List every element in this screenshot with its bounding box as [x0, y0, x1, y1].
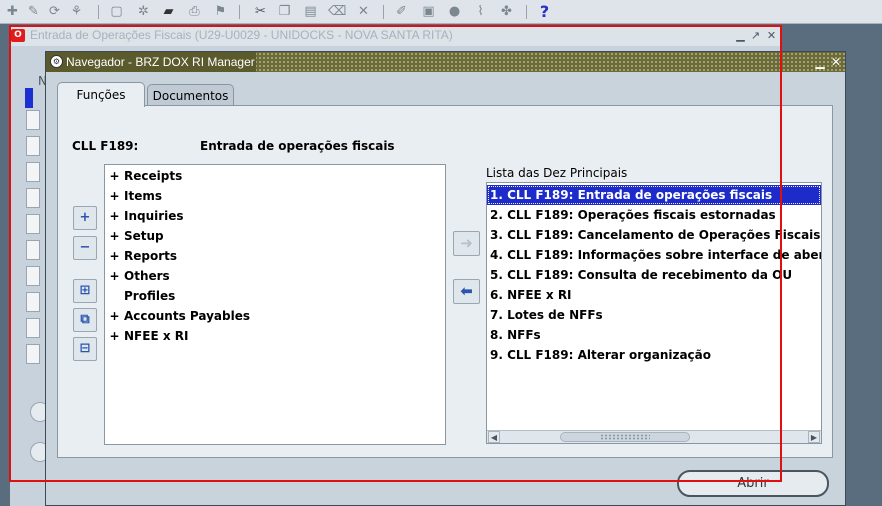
folder-icon[interactable]: ▣	[420, 3, 437, 20]
responsibility-label: CLL F189:	[72, 139, 139, 153]
attach-icon[interactable]: ⚘	[68, 3, 85, 20]
scrollbar-grip	[600, 434, 650, 440]
minimize-icon[interactable]: ▁	[734, 29, 747, 42]
expand-icon[interactable]: +	[105, 266, 124, 286]
expand-icon[interactable]: +	[105, 166, 124, 186]
expand-button[interactable]: +	[73, 206, 97, 230]
background-record-indicators	[20, 46, 50, 422]
collapse-all-icon: ⊟	[79, 341, 91, 356]
tree-item[interactable]: + Accounts Payables	[105, 306, 250, 326]
expand-icon[interactable]: +	[105, 186, 124, 206]
help-icon[interactable]: ?	[536, 3, 553, 20]
top-ten-item[interactable]: 9. CLL F189: Alterar organização	[487, 345, 821, 365]
top-ten-item[interactable]: 7. Lotes de NFFs	[487, 305, 821, 325]
top-ten-item[interactable]: 6. NFEE x RI	[487, 285, 821, 305]
close-icon[interactable]: ✕	[765, 29, 778, 42]
expand-icon[interactable]: +	[105, 246, 124, 266]
function-tree[interactable]: + Receipts + Items + Inquiries + Setup + Repo…	[104, 164, 446, 445]
collapse-button[interactable]: −	[73, 236, 97, 260]
top-ten-item[interactable]: 8. NFFs	[487, 325, 821, 345]
expand-branch-button[interactable]: ⊞	[73, 279, 97, 303]
expand-all-icon: ⧉	[80, 312, 90, 327]
print-icon[interactable]: ⎙	[186, 3, 203, 20]
cut-icon[interactable]: ✂	[252, 3, 269, 20]
navigator-icon[interactable]: ✲	[135, 3, 152, 20]
expand-icon[interactable]: +	[105, 206, 124, 226]
scroll-left-icon[interactable]: ◀	[488, 431, 500, 443]
toolbar-separator	[383, 5, 384, 19]
maximize-icon[interactable]: ↗	[749, 29, 762, 42]
record-indicator[interactable]	[26, 162, 40, 182]
record-indicator[interactable]	[26, 214, 40, 234]
expand-icon[interactable]: +	[105, 306, 124, 326]
record-indicator[interactable]	[26, 318, 40, 338]
close-icon[interactable]: ✕	[829, 55, 843, 69]
paste-icon[interactable]: ▤	[302, 3, 319, 20]
tree-item[interactable]: + Others	[105, 266, 169, 286]
record-indicator[interactable]	[26, 292, 40, 312]
find-icon[interactable]: ▢	[108, 3, 125, 20]
oracle-logo-icon: O	[11, 29, 25, 42]
record-indicator[interactable]	[26, 110, 40, 130]
tree-item[interactable]: + Inquiries	[105, 206, 183, 226]
top-ten-item[interactable]: 4. CLL F189: Informações sobre interface…	[487, 245, 821, 265]
add-to-top-ten-button[interactable]: ➜	[453, 231, 480, 256]
tree-item[interactable]: + NFEE x RI	[105, 326, 188, 346]
top-ten-label: Lista das Dez Principais	[486, 166, 628, 180]
expand-branch-icon: ⊞	[79, 283, 91, 298]
background-window-title: Entrada de Operações Fiscais (U29-U0029 …	[30, 28, 453, 42]
tree-item[interactable]: + Reports	[105, 246, 177, 266]
top-ten-list[interactable]: 1. CLL F189: Entrada de operações fiscai…	[486, 182, 822, 444]
save-icon[interactable]: ▰	[160, 3, 177, 20]
tab-documentos[interactable]: Documentos	[147, 84, 234, 106]
toolbar-separator	[526, 5, 527, 19]
top-ten-item[interactable]: 1. CLL F189: Entrada de operações fiscai…	[487, 185, 821, 205]
edit-field-icon[interactable]: ✐	[393, 3, 410, 20]
refresh-icon[interactable]: ⟳	[46, 3, 63, 20]
attachments-icon[interactable]: ⌇	[472, 3, 489, 20]
arrow-right-icon: ➜	[460, 234, 473, 252]
main-toolbar: ✚ ✎ ⟳ ⚘ ▢ ✲ ▰ ⎙ ⚑ ✂ ❐ ▤ ⌫ ✕ ✐ ▣ ● ⌇ ✤ ?	[0, 0, 882, 24]
expand-icon[interactable]: +	[105, 226, 124, 246]
tree-item[interactable]: Profiles	[105, 286, 175, 306]
navigator-window-icon: ⚙	[50, 55, 63, 68]
clear-field-icon[interactable]: ⌫	[328, 3, 346, 20]
new-record-icon[interactable]: ✚	[4, 3, 21, 20]
navigator-title: Navegador - BRZ DOX RI Manager	[66, 55, 255, 69]
record-indicator[interactable]	[26, 136, 40, 156]
tab-funcoes[interactable]: Funções	[57, 82, 145, 107]
tools-icon[interactable]: ✤	[498, 3, 515, 20]
translate-icon[interactable]: ⚑	[212, 3, 229, 20]
edit-icon[interactable]: ✎	[25, 3, 42, 20]
record-indicator-active[interactable]	[25, 88, 33, 108]
tree-item[interactable]: + Items	[105, 186, 162, 206]
top-ten-item[interactable]: 5. CLL F189: Consulta de recebimento da …	[487, 265, 821, 285]
expand-all-button[interactable]: ⧉	[73, 308, 97, 332]
top-ten-item[interactable]: 2. CLL F189: Operações fiscais estornada…	[487, 205, 821, 225]
collapse-all-button[interactable]: ⊟	[73, 337, 97, 361]
top-ten-item[interactable]: 3. CLL F189: Cancelamento de Operações F…	[487, 225, 821, 245]
globe-icon[interactable]: ●	[446, 3, 463, 20]
toolbar-separator	[239, 5, 240, 19]
tree-item[interactable]: + Receipts	[105, 166, 182, 186]
delete-record-icon[interactable]: ✕	[355, 3, 372, 20]
record-indicator[interactable]	[26, 344, 40, 364]
remove-from-top-ten-button[interactable]: ⬅	[453, 279, 480, 304]
tree-item[interactable]: + Setup	[105, 226, 163, 246]
selected-function-description: Entrada de operações fiscais	[200, 139, 395, 153]
record-indicator[interactable]	[26, 266, 40, 286]
toolbar-separator	[98, 5, 99, 19]
record-indicator[interactable]	[26, 240, 40, 260]
record-indicator[interactable]	[26, 188, 40, 208]
scroll-right-icon[interactable]: ▶	[808, 431, 820, 443]
expand-icon[interactable]: +	[105, 326, 124, 346]
minimize-icon[interactable]: ▁	[813, 55, 827, 69]
arrow-left-icon: ⬅	[460, 282, 473, 300]
open-button[interactable]: Abrir	[677, 470, 829, 497]
copy-icon[interactable]: ❐	[276, 3, 293, 20]
